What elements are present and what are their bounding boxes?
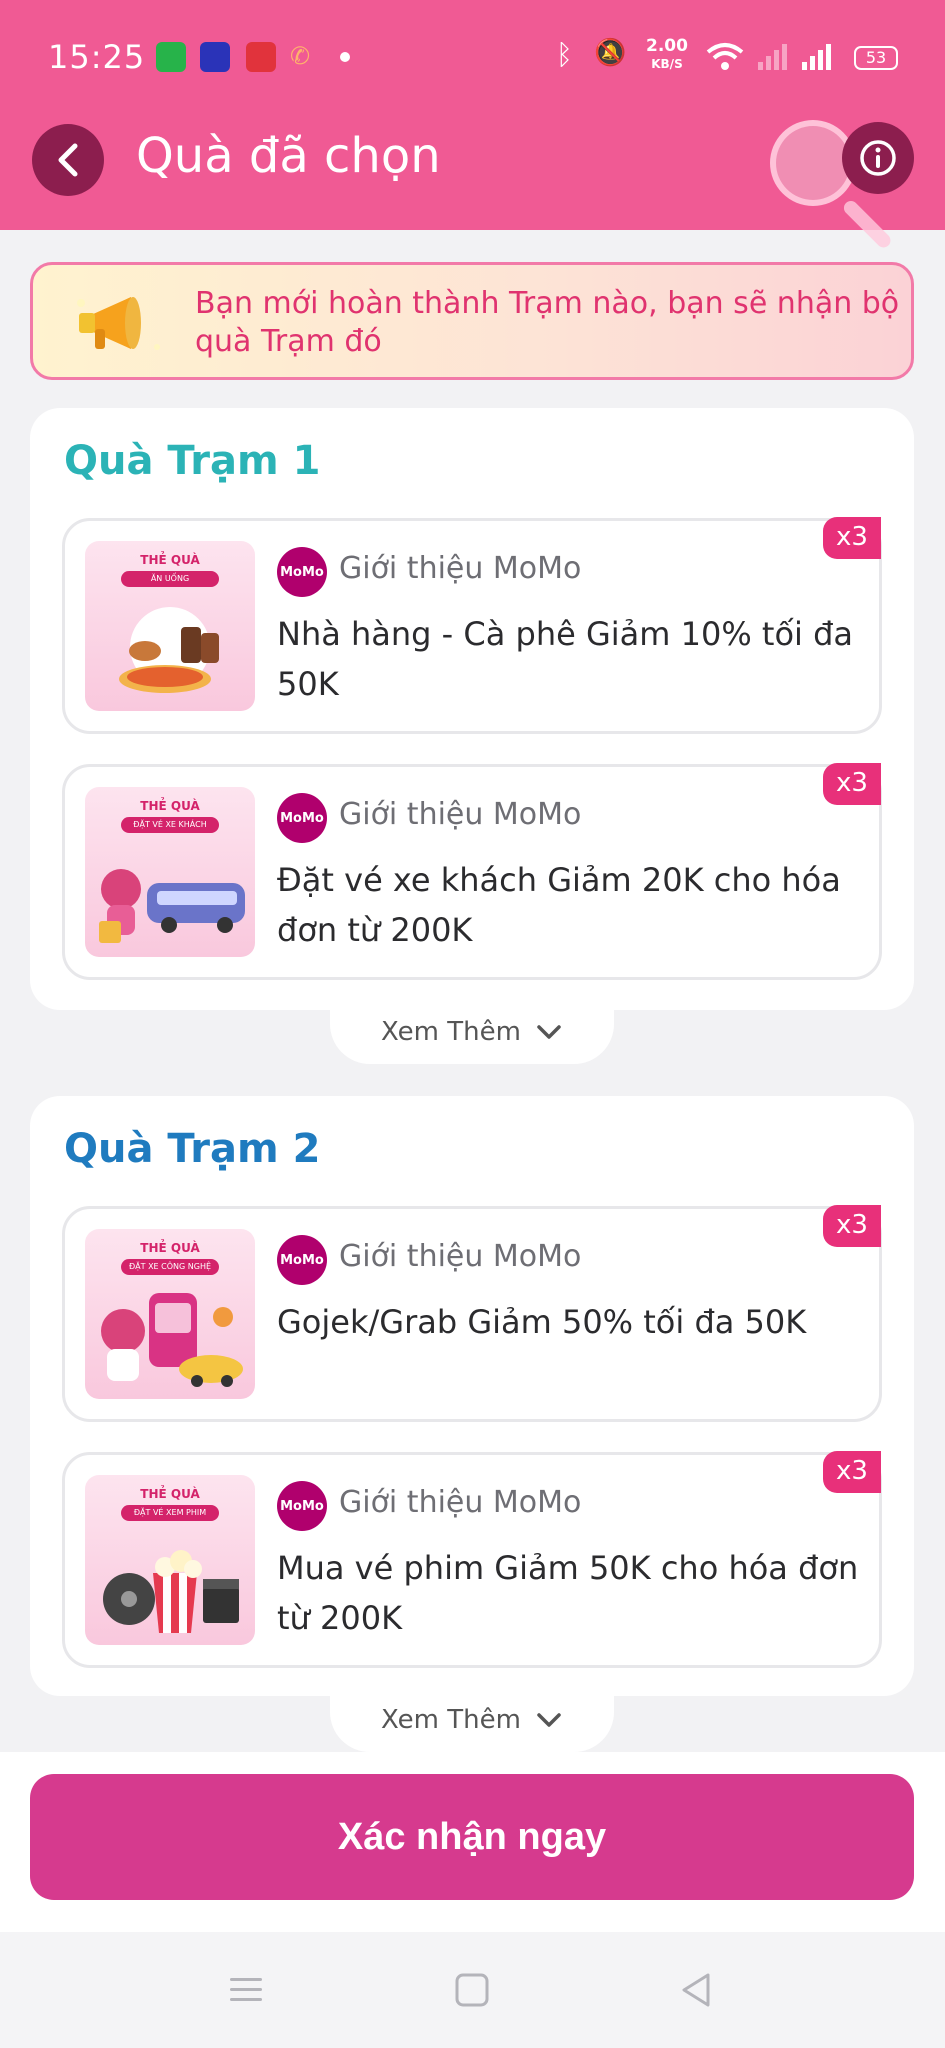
gift-brand: Giới thiệu MoMo bbox=[339, 797, 582, 832]
network-speed-value: 2.00 bbox=[646, 36, 688, 56]
chevron-down-icon bbox=[537, 1713, 561, 1727]
confirm-button[interactable]: Xác nhận ngay bbox=[30, 1774, 914, 1900]
quantity-badge: x3 bbox=[823, 1451, 881, 1493]
gift-brand: Giới thiệu MoMo bbox=[339, 1485, 582, 1520]
quantity-badge: x3 bbox=[823, 517, 881, 559]
triangle-back-icon[interactable] bbox=[678, 1972, 714, 2008]
chevron-down-icon bbox=[537, 1025, 561, 1039]
see-more-label: Xem Thêm bbox=[381, 1705, 521, 1735]
thumb-label: THẺ QUÀ bbox=[140, 799, 200, 813]
chevron-left-icon bbox=[58, 143, 78, 177]
network-speed: 2.00 KB/S bbox=[646, 38, 688, 73]
top-bar: 15:25 ✆ ᛒ 🔕 2.00 KB/S 53 Quà đã chọn bbox=[0, 0, 945, 230]
thumb-tag: ĐẶT VÉ XEM PHIM bbox=[121, 1505, 219, 1521]
gift-description: Mua vé phim Giảm 50K cho hóa đơn từ 200K bbox=[277, 1549, 859, 1637]
gift-thumbnail: THẺ QUÀ ĐẶT VÉ XE KHÁCH bbox=[85, 787, 255, 957]
signal-weak-icon bbox=[758, 44, 787, 70]
gift-brand: Giới thiệu MoMo bbox=[339, 1239, 582, 1274]
megaphone-icon bbox=[77, 297, 160, 350]
thumb-label: THẺ QUÀ bbox=[140, 553, 200, 567]
momo-logo: MoMo bbox=[277, 793, 327, 843]
gift-thumbnail: THẺ QUÀ ĂN UỐNG bbox=[85, 541, 255, 711]
gift-thumbnail: THẺ QUÀ ĐẶT XE CÔNG NGHỆ bbox=[85, 1229, 255, 1399]
mute-icon: 🔕 bbox=[594, 38, 627, 68]
thumb-tag: ĐẶT XE CÔNG NGHỆ bbox=[121, 1259, 219, 1275]
station-2-card: Quà Trạm 2 THẺ QUÀ ĐẶT XE CÔNG NGHỆ MoMo… bbox=[30, 1096, 914, 1696]
station-1-title: Quà Trạm 1 bbox=[64, 438, 321, 484]
notification-dot-icon bbox=[340, 52, 350, 62]
food-illustration-icon bbox=[119, 607, 219, 693]
status-bar: 15:25 ✆ ᛒ 🔕 2.00 KB/S 53 bbox=[0, 0, 945, 110]
station-2-see-more-button[interactable]: Xem Thêm bbox=[330, 1688, 614, 1752]
info-icon bbox=[860, 140, 896, 176]
recorder-icon bbox=[246, 42, 276, 72]
bluetooth-icon: ᛒ bbox=[556, 38, 573, 71]
square-home-icon[interactable] bbox=[454, 1972, 490, 2008]
thumb-label: THẺ QUÀ bbox=[140, 1241, 200, 1255]
menu-icon[interactable] bbox=[228, 1974, 264, 2006]
movie-illustration-icon bbox=[103, 1550, 239, 1633]
see-more-label: Xem Thêm bbox=[381, 1017, 521, 1047]
gift-item[interactable]: THẺ QUÀ ĐẶT VÉ XEM PHIM MoMo Giới thiệu … bbox=[62, 1451, 882, 1668]
quantity-badge: x3 bbox=[823, 763, 881, 805]
info-button[interactable] bbox=[842, 122, 914, 194]
thumb-tag: ĐẶT VÉ XE KHÁCH bbox=[121, 817, 219, 833]
gift-description: Đặt vé xe khách Giảm 20K cho hóa đơn từ … bbox=[277, 861, 841, 949]
shield-icon bbox=[156, 42, 186, 72]
signal-icon bbox=[802, 44, 831, 70]
network-speed-unit: KB/S bbox=[651, 57, 683, 71]
status-time: 15:25 bbox=[48, 38, 146, 76]
momo-logo: MoMo bbox=[277, 1481, 327, 1531]
wifi-icon bbox=[706, 43, 744, 70]
gift-thumbnail: THẺ QUÀ ĐẶT VÉ XEM PHIM bbox=[85, 1475, 255, 1645]
station-2-title: Quà Trạm 2 bbox=[64, 1126, 321, 1172]
system-nav-bar bbox=[0, 1932, 945, 2048]
back-button[interactable] bbox=[32, 124, 104, 196]
battery-indicator: 53 bbox=[854, 46, 898, 70]
gift-item[interactable]: THẺ QUÀ ĐẶT VÉ XE KHÁCH MoMo Giới thiệu … bbox=[62, 763, 882, 980]
page-title: Quà đã chọn bbox=[136, 128, 441, 184]
gift-description: Gojek/Grab Giảm 50% tối đa 50K bbox=[277, 1303, 807, 1341]
gift-item[interactable]: THẺ QUÀ ĐẶT XE CÔNG NGHỆ MoMo Giới thiệu… bbox=[62, 1205, 882, 1422]
ride-illustration-icon bbox=[101, 1293, 243, 1387]
momo-logo: MoMo bbox=[277, 1235, 327, 1285]
thumb-tag: ĂN UỐNG bbox=[121, 571, 219, 587]
gift-item[interactable]: THẺ QUÀ ĂN UỐNG MoMo Giới thiệu MoMo Nhà… bbox=[62, 517, 882, 734]
station-1-see-more-button[interactable]: Xem Thêm bbox=[330, 1000, 614, 1064]
thumb-label: THẺ QUÀ bbox=[140, 1487, 200, 1501]
gift-description: Nhà hàng - Cà phê Giảm 10% tối đa 50K bbox=[277, 615, 853, 703]
notice-banner: Bạn mới hoàn thành Trạm nào, bạn sẽ nhận… bbox=[30, 262, 914, 380]
missed-call-icon: ✆ bbox=[290, 42, 311, 70]
momo-logo: MoMo bbox=[277, 547, 327, 597]
gift-brand: Giới thiệu MoMo bbox=[339, 551, 582, 586]
quantity-badge: x3 bbox=[823, 1205, 881, 1247]
notice-text: Bạn mới hoàn thành Trạm nào, bạn sẽ nhận… bbox=[195, 286, 900, 359]
star-app-icon bbox=[200, 42, 230, 72]
station-1-card: Quà Trạm 1 THẺ QUÀ ĂN UỐNG MoMo Giới thi… bbox=[30, 408, 914, 1010]
bus-illustration-icon bbox=[99, 869, 245, 943]
